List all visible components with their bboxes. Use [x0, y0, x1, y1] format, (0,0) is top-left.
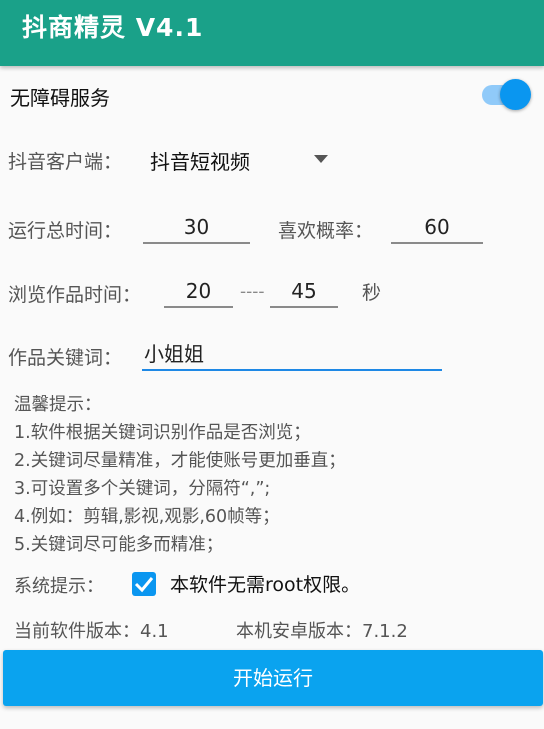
browse-max-input[interactable]: 45 — [270, 276, 338, 308]
tip-line: 1.软件根据关键词识别作品是否浏览； — [14, 423, 311, 443]
no-root-checkbox[interactable] — [132, 572, 156, 596]
dropdown-arrow-icon[interactable] — [314, 155, 328, 163]
total-time-input[interactable]: 30 — [143, 212, 250, 244]
client-selected-value[interactable]: 抖音短视频 — [150, 146, 250, 175]
like-probability-label: 喜欢概率： — [278, 220, 374, 242]
app-bar: 抖商精灵 V4.1 — [0, 0, 544, 66]
range-separator: ---- — [240, 282, 265, 302]
system-tip-label: 系统提示： — [14, 576, 104, 597]
tips-title: 温馨提示： — [14, 395, 102, 415]
start-button[interactable]: 开始运行 — [3, 650, 543, 706]
android-version: 本机安卓版本：7.1.2 — [236, 621, 408, 642]
keyword-label: 作品关键词： — [8, 347, 123, 369]
no-root-text[interactable]: 本软件无需root权限。 — [170, 570, 360, 597]
tip-line: 4.例如：剪辑,影视,观影,60帧等； — [14, 507, 280, 527]
seconds-unit: 秒 — [362, 282, 382, 304]
like-probability-input[interactable]: 60 — [391, 212, 483, 244]
tip-line: 5.关键词尽可能多而精准； — [14, 535, 224, 555]
client-label: 抖音客户端： — [8, 151, 123, 173]
app-title: 抖商精灵 V4.1 — [22, 13, 204, 42]
toggle-thumb[interactable] — [500, 79, 531, 110]
tip-line: 2.关键词尽量精准，才能使账号更加垂直； — [14, 451, 346, 471]
software-version: 当前软件版本：4.1 — [14, 621, 169, 642]
keyword-input[interactable]: 小姐姐 — [142, 339, 442, 371]
tip-line: 3.可设置多个关键词，分隔符“,”; — [14, 479, 271, 499]
checkmark-icon — [134, 577, 154, 593]
browse-time-label: 浏览作品时间： — [8, 284, 142, 306]
browse-min-input[interactable]: 20 — [164, 276, 233, 308]
total-time-label: 运行总时间： — [8, 220, 123, 242]
tips-block: 温馨提示： 1.软件根据关键词识别作品是否浏览； 2.关键词尽量精准，才能使账号… — [14, 391, 346, 559]
accessibility-service-label: 无障碍服务 — [10, 86, 110, 110]
